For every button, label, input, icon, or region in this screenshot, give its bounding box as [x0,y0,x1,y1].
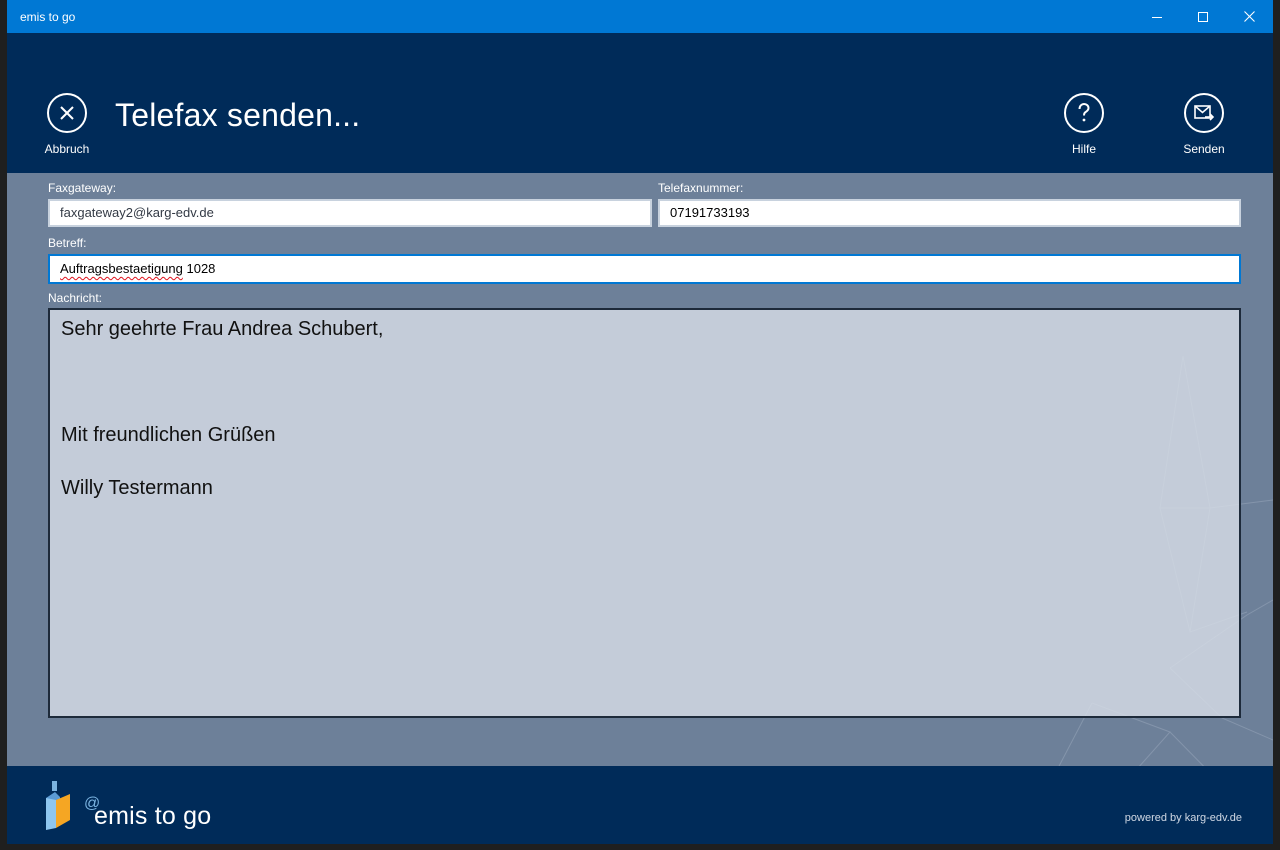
help-button[interactable]: Hilfe [1044,93,1124,156]
subject-misspelled-word: Auftragsbestaetigung [60,261,183,276]
maximize-button[interactable] [1180,0,1226,33]
cancel-icon [47,93,87,133]
send-mail-icon [1184,93,1224,133]
powered-by-text: powered by karg-edv.de [1124,812,1242,824]
faxgateway-field[interactable]: faxgateway2@karg-edv.de [48,199,652,227]
brand-logo-icon: @ [46,781,100,830]
page-title: Telefax senden... [115,97,361,133]
cancel-button[interactable]: Abbruch [27,93,107,156]
subject-field[interactable]: Auftragsbestaetigung 1028 [48,254,1241,284]
message-textarea[interactable]: Sehr geehrte Frau Andrea Schubert, Mit f… [48,308,1241,718]
message-line: Sehr geehrte Frau Andrea Schubert, [61,318,384,340]
app-header: Abbruch Telefax senden... Hilfe Senden [7,33,1273,173]
close-icon [1243,11,1255,22]
minimize-button[interactable] [1134,0,1180,33]
title-bar[interactable]: emis to go [7,0,1273,33]
message-line: Mit freundlichen Grüßen [61,424,276,446]
question-icon [1064,93,1104,133]
message-line: Willy Testermann [61,477,213,499]
minimize-icon [1152,16,1162,18]
send-label: Senden [1183,142,1225,156]
faxnumber-field[interactable]: 07191733193 [658,199,1241,227]
brand-name: emis to go [94,802,212,830]
message-line [61,449,1228,476]
app-window: emis to go Abbruch Telefax senden... Hil… [7,0,1273,844]
close-window-button[interactable] [1226,0,1272,33]
maximize-icon [1198,11,1208,22]
message-line [61,343,1228,370]
app-footer: @ emis to go powered by karg-edv.de [7,766,1273,844]
message-line [61,396,1228,423]
message-label: Nachricht: [48,291,103,305]
subject-rest: 1028 [182,261,216,276]
faxnumber-label: Telefaxnummer: [658,181,744,195]
help-label: Hilfe [1071,142,1096,156]
faxgateway-label: Faxgateway: [48,181,117,195]
message-line [61,369,1228,396]
window-title: emis to go [20,10,76,24]
cancel-label: Abbruch [44,142,90,156]
subject-label: Betreff: [48,236,87,250]
send-button[interactable]: Senden [1164,93,1244,156]
